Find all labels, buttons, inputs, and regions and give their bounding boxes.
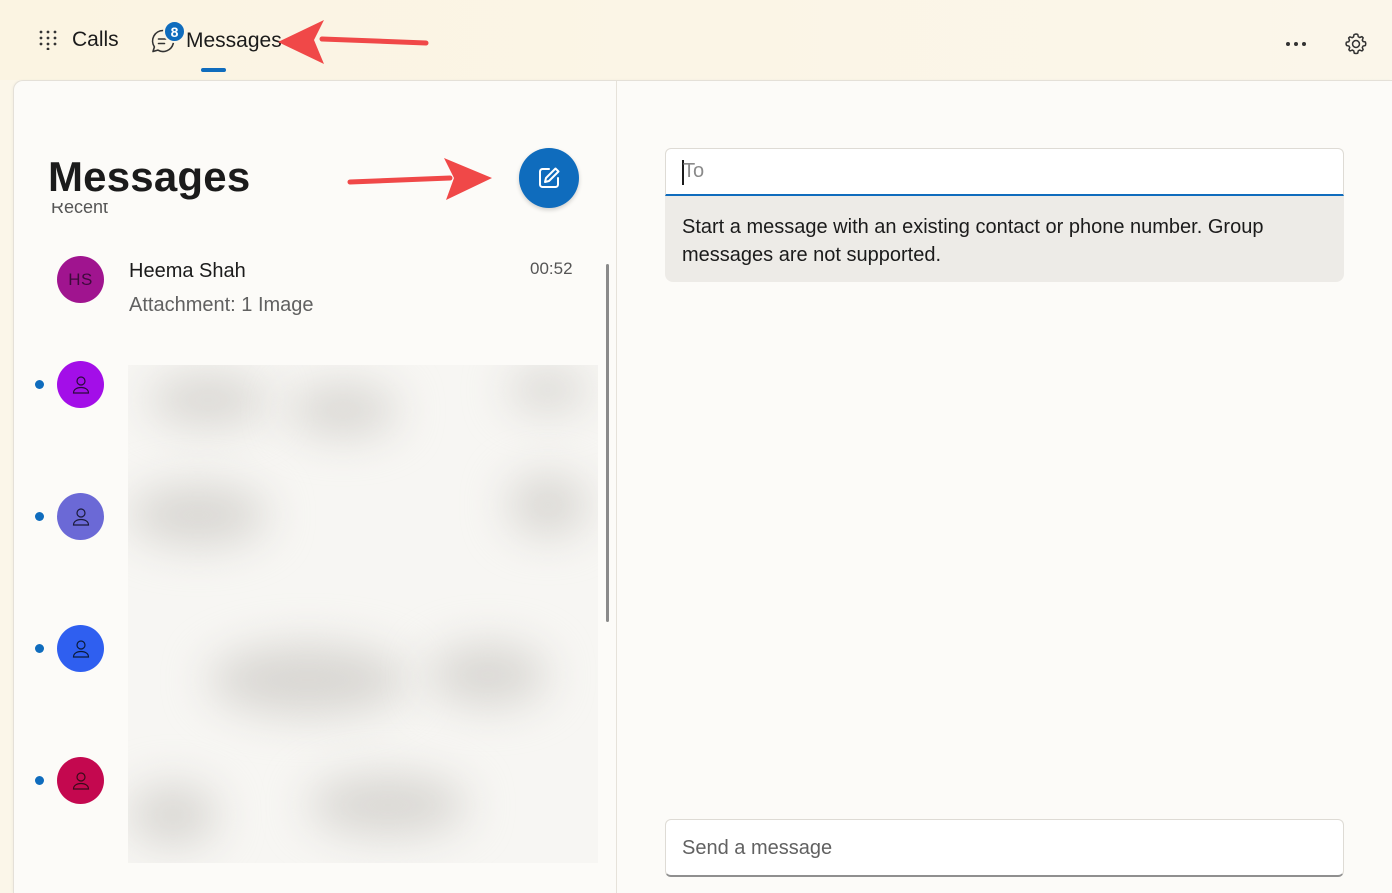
avatar: HS [57, 256, 104, 303]
more-horizontal-icon [1286, 42, 1306, 46]
avatar [57, 625, 104, 672]
to-input[interactable] [683, 149, 1323, 193]
message-time: 00:52 [530, 259, 573, 278]
scrollbar[interactable] [606, 264, 609, 622]
top-bar: Calls Messages 8 [0, 0, 1392, 80]
tab-calls-label: Calls [72, 28, 119, 51]
contact-name: Heema Shah [129, 260, 246, 282]
redacted-content [128, 365, 598, 863]
section-label-recent: Recent [51, 203, 109, 217]
active-tab-indicator [201, 68, 226, 72]
page-title: Messages [48, 153, 251, 200]
unread-indicator [35, 644, 44, 653]
gear-icon [1345, 33, 1367, 55]
more-options-button[interactable] [1282, 30, 1310, 58]
settings-button[interactable] [1341, 29, 1371, 59]
avatar [57, 757, 104, 804]
person-icon [72, 375, 89, 394]
unread-indicator [35, 512, 44, 521]
compose-hint: Start a message with an existing contact… [665, 196, 1344, 282]
avatar-initials: HS [68, 269, 93, 289]
avatar [57, 361, 104, 408]
new-message-button[interactable] [519, 148, 579, 208]
tab-messages-label: Messages [186, 29, 282, 52]
main-content: Messages Recent HS Heema Shah Attachment… [13, 80, 1392, 893]
person-icon [72, 507, 89, 526]
avatar [57, 493, 104, 540]
send-message-field[interactable] [665, 819, 1344, 877]
dialpad-icon [39, 30, 57, 50]
tab-calls[interactable]: Calls [38, 28, 119, 52]
pane-divider [616, 81, 617, 893]
recipient-field[interactable] [665, 148, 1344, 196]
person-icon [72, 771, 89, 790]
unread-count-badge: 8 [163, 20, 186, 43]
send-message-input[interactable] [682, 820, 1322, 876]
person-icon [72, 639, 89, 658]
message-preview: Attachment: 1 Image [129, 294, 314, 316]
conversation-list-pane: Messages Recent HS Heema Shah Attachment… [14, 81, 616, 893]
compose-icon [539, 167, 560, 188]
conversation-item[interactable]: HS Heema Shah Attachment: 1 Image 00:52 [14, 231, 604, 341]
unread-indicator [35, 380, 44, 389]
unread-indicator [35, 776, 44, 785]
